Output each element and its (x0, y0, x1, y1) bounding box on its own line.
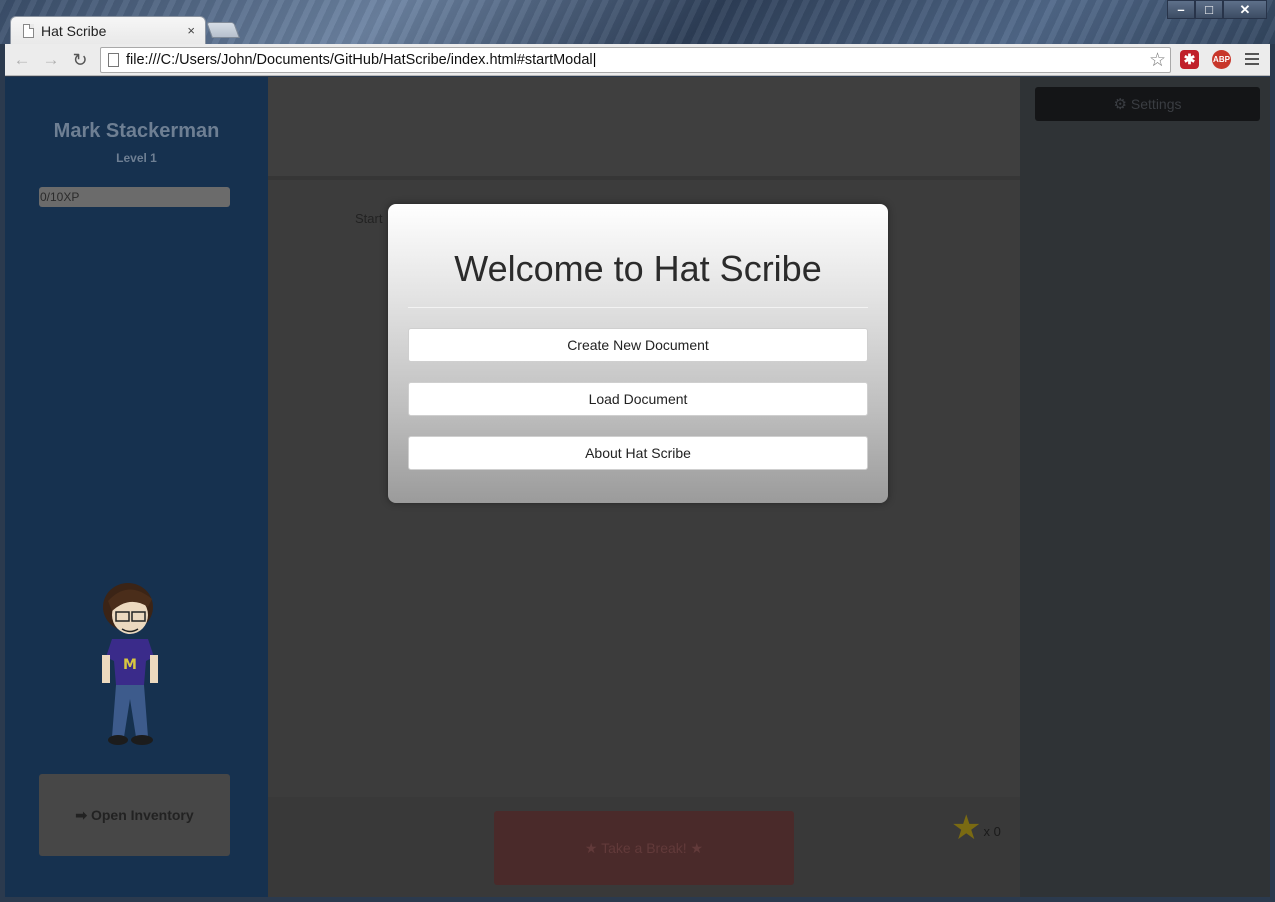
page-icon (23, 23, 34, 38)
maximize-button[interactable]: □ (1195, 0, 1223, 19)
open-inventory-button[interactable]: ➡ Open Inventory (39, 774, 230, 856)
url-text[interactable]: file:///C:/Users/John/Documents/GitHub/H… (126, 52, 1149, 68)
user-name: Mark Stackerman (53, 120, 220, 142)
address-bar[interactable]: file:///C:/Users/John/Documents/GitHub/H… (100, 47, 1171, 73)
modal-title: Welcome to Hat Scribe (454, 248, 822, 289)
editor-footer: ★ Take a Break! ★ ★ x 0 (268, 797, 1020, 897)
browser-tab[interactable]: Hat Scribe × (10, 16, 206, 44)
welcome-modal: Welcome to Hat Scribe Create New Documen… (388, 204, 888, 503)
svg-text:M: M (123, 657, 137, 673)
adblock-extension-icon[interactable]: ABP (1212, 50, 1231, 69)
settings-label: Settings (1130, 96, 1182, 112)
browser-toolbar: ← → ↻ file:///C:/Users/John/Documents/Gi… (5, 44, 1270, 76)
load-document-button[interactable]: Load Document (408, 382, 868, 416)
star-counter: ★ x 0 (951, 811, 1001, 845)
forward-arrow-icon[interactable]: → (40, 49, 62, 71)
new-tab-button[interactable] (206, 22, 240, 38)
gear-icon: ⚙ (1113, 96, 1127, 113)
tab-title: Hat Scribe (41, 22, 107, 39)
back-arrow-icon[interactable]: ← (11, 49, 33, 71)
about-hat-scribe-button[interactable]: About Hat Scribe (408, 436, 868, 470)
user-level: Level 1 (116, 151, 157, 165)
page-viewport: Mark Stackerman Level 1 0/10XP M ➡ Open … (5, 77, 1270, 897)
minimize-button[interactable]: – (1167, 0, 1195, 19)
close-window-button[interactable]: ✕ (1223, 0, 1267, 19)
editor-header (268, 77, 1020, 180)
right-panel: ⚙ Settings (1020, 77, 1270, 897)
star-count-text: x 0 (983, 823, 1001, 839)
avatar: M (102, 583, 158, 745)
start-text: Start (355, 211, 383, 226)
reload-icon[interactable]: ↻ (69, 49, 91, 71)
xp-progress-bar: 0/10XP (39, 187, 230, 207)
take-a-break-button[interactable]: ★ Take a Break! ★ (494, 811, 794, 885)
lastpass-extension-icon[interactable]: ✱ (1180, 50, 1199, 69)
modal-divider (408, 307, 868, 308)
page-icon (108, 53, 119, 67)
tab-close-icon[interactable]: × (187, 23, 195, 38)
window-controls: – □ ✕ (1167, 0, 1267, 19)
menu-icon[interactable] (1245, 50, 1259, 68)
create-new-document-button[interactable]: Create New Document (408, 328, 868, 362)
settings-button[interactable]: ⚙ Settings (1035, 87, 1260, 121)
profile-sidebar: Mark Stackerman Level 1 0/10XP M ➡ Open … (5, 77, 268, 897)
star-icon: ★ (951, 809, 982, 847)
bookmark-star-icon[interactable]: ☆ (1149, 49, 1166, 72)
